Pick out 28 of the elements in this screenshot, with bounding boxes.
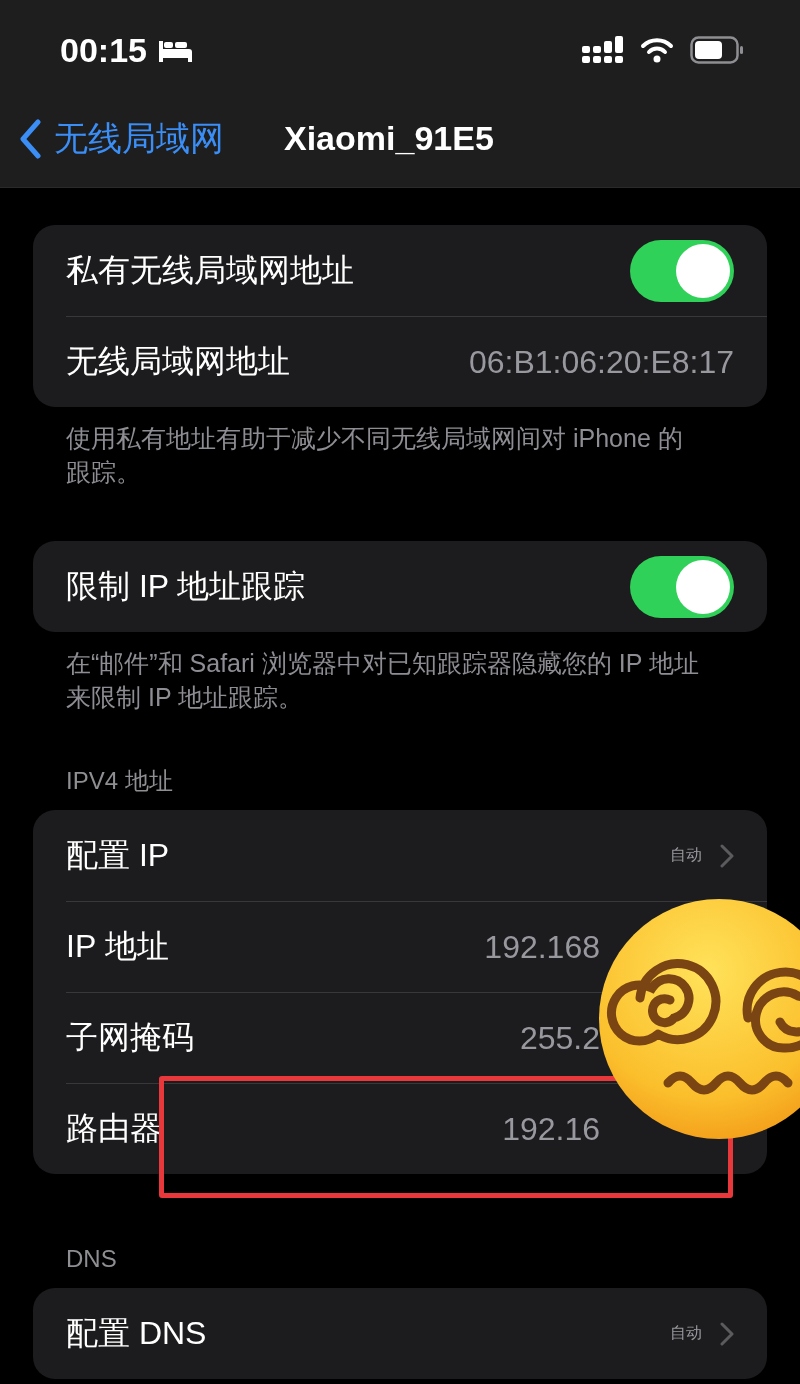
row-label: 子网掩码 — [66, 1018, 194, 1057]
section-footer: 在“邮件”和 Safari 浏览器中对已知跟踪器隐藏您的 IP 地址来限制 IP 地址跟踪。 — [33, 632, 767, 714]
page-title: Xiaomi_91E5 — [284, 119, 494, 158]
row-label: 配置 DNS — [66, 1313, 207, 1353]
chevron-right-icon — [720, 1321, 734, 1346]
chevron-left-icon — [18, 118, 42, 159]
section-header: IPV4 地址 — [65, 766, 174, 796]
row-label: IP 地址 — [66, 927, 169, 966]
status-time: 00:15 — [60, 30, 147, 70]
row-label: 限制 IP 地址跟踪 — [66, 566, 306, 606]
row-value: 192.16 — [502, 1110, 600, 1148]
back-button[interactable]: 无线局域网 — [18, 115, 224, 162]
signal-icon — [582, 36, 624, 64]
battery-icon — [690, 36, 744, 64]
row-label: 路由器 — [66, 1109, 162, 1148]
row-value: 192.168 — [484, 928, 600, 966]
row-label: 私有无线局域网地址 — [66, 250, 354, 290]
row-value: 06:B1:06:20:E8:17 — [468, 343, 734, 381]
row-value: 255.2 — [519, 1019, 600, 1057]
row-label: 配置 IP — [66, 835, 170, 875]
chevron-right-icon — [720, 843, 734, 868]
value-link[interactable]: 自动 — [670, 843, 734, 868]
row-label: 无线局域网地址 — [66, 342, 290, 381]
section-footer: 使用私有地址有助于减少不同无线局域网间对 iPhone 的跟踪。 — [33, 407, 767, 489]
dizzy-emoji-icon — [598, 898, 800, 1140]
wifi-icon — [640, 37, 674, 63]
section-header: DNS — [65, 1244, 118, 1274]
value-link[interactable]: 自动 — [670, 1321, 734, 1346]
